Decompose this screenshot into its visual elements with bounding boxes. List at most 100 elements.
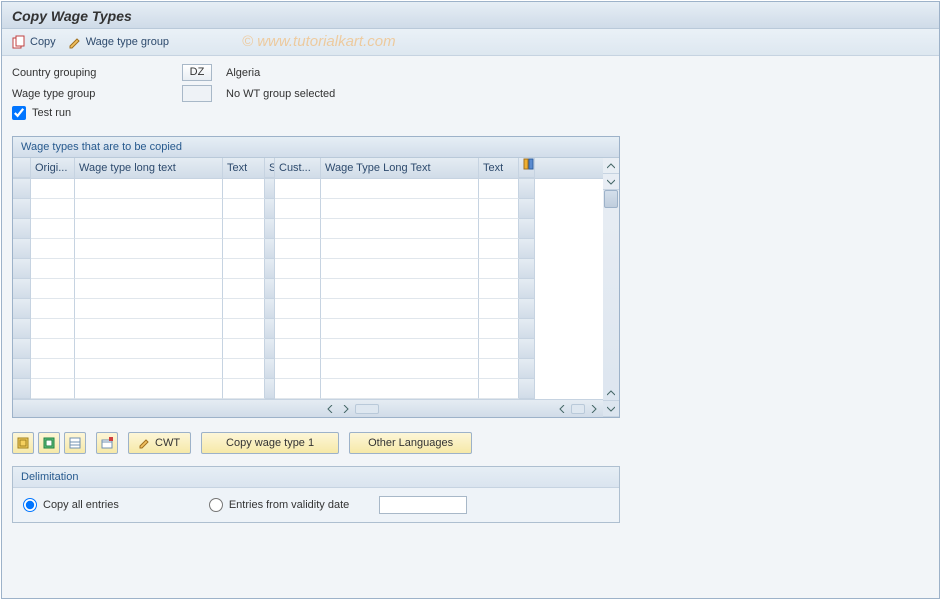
cell-cust[interactable] [275,179,321,199]
cell-s[interactable] [265,279,275,299]
cell-text-2[interactable] [479,319,519,339]
cell-wage-type-long-text[interactable] [75,339,223,359]
entries-from-date-radio-wrap[interactable]: Entries from validity date [209,498,349,512]
hscroll-track-left[interactable] [355,404,379,414]
col-header-cust[interactable]: Cust... [275,158,321,178]
cell-wage-type-long-text-2[interactable] [321,339,479,359]
cell-cust[interactable] [275,219,321,239]
cell-wage-type-long-text[interactable] [75,319,223,339]
col-header-wage-type-long-text[interactable]: Wage type long text [75,158,223,178]
cell-wage-type-long-text[interactable] [75,219,223,239]
cell-text-2[interactable] [479,239,519,259]
cell-s[interactable] [265,199,275,219]
test-run-checkbox[interactable] [12,106,26,120]
cell-origi[interactable] [31,199,75,219]
cell-s[interactable] [265,299,275,319]
table-row[interactable] [13,259,603,279]
cell-wage-type-long-text-2[interactable] [321,379,479,399]
cell-cust[interactable] [275,299,321,319]
cell-wage-type-long-text-2[interactable] [321,239,479,259]
cell-cust[interactable] [275,339,321,359]
validity-date-field[interactable] [379,496,467,514]
cell-wage-type-long-text[interactable] [75,299,223,319]
test-run-checkbox-wrap[interactable]: Test run [12,106,71,120]
table-row[interactable] [13,219,603,239]
table-row[interactable] [13,299,603,319]
cell-wage-type-long-text-2[interactable] [321,299,479,319]
cell-s[interactable] [265,359,275,379]
table-row[interactable] [13,379,603,399]
cell-wage-type-long-text-2[interactable] [321,179,479,199]
scroll-up-icon[interactable] [603,158,619,174]
scroll-left-icon-2[interactable] [555,402,569,416]
row-selector[interactable] [13,359,31,379]
cell-s[interactable] [265,219,275,239]
col-header-s[interactable]: S [265,158,275,178]
scroll-up-icon-2[interactable] [603,385,619,401]
row-selector[interactable] [13,199,31,219]
row-selector[interactable] [13,219,31,239]
cell-origi[interactable] [31,179,75,199]
col-header-text[interactable]: Text [223,158,265,178]
wage-type-group-button[interactable]: Wage type group [68,35,169,49]
table-row[interactable] [13,319,603,339]
scroll-right-icon[interactable] [339,402,353,416]
cell-wage-type-long-text[interactable] [75,239,223,259]
cell-wage-type-long-text-2[interactable] [321,279,479,299]
cell-text-2[interactable] [479,259,519,279]
row-selector[interactable] [13,279,31,299]
other-languages-button[interactable]: Other Languages [349,432,472,454]
cell-cust[interactable] [275,319,321,339]
cell-cust[interactable] [275,379,321,399]
cell-text[interactable] [223,199,265,219]
row-selector[interactable] [13,339,31,359]
row-selector-header[interactable] [13,158,31,178]
cell-origi[interactable] [31,299,75,319]
cell-text[interactable] [223,319,265,339]
cell-origi[interactable] [31,259,75,279]
cell-text[interactable] [223,299,265,319]
row-selector[interactable] [13,179,31,199]
cell-origi[interactable] [31,239,75,259]
cell-text[interactable] [223,259,265,279]
cell-wage-type-long-text[interactable] [75,259,223,279]
cell-wage-type-long-text[interactable] [75,379,223,399]
row-selector[interactable] [13,379,31,399]
cell-text-2[interactable] [479,199,519,219]
cell-origi[interactable] [31,319,75,339]
cell-wage-type-long-text-2[interactable] [321,319,479,339]
cell-wage-type-long-text[interactable] [75,359,223,379]
scroll-down-icon[interactable] [603,174,619,190]
scroll-left-icon[interactable] [323,402,337,416]
cell-wage-type-long-text[interactable] [75,279,223,299]
cell-text-2[interactable] [479,359,519,379]
cell-cust[interactable] [275,239,321,259]
table-row[interactable] [13,179,603,199]
cell-text-2[interactable] [479,179,519,199]
cell-text[interactable] [223,379,265,399]
cell-cust[interactable] [275,279,321,299]
cell-cust[interactable] [275,359,321,379]
table-row[interactable] [13,339,603,359]
cell-s[interactable] [265,239,275,259]
table-row[interactable] [13,239,603,259]
entries-from-date-radio[interactable] [209,498,223,512]
cell-s[interactable] [265,179,275,199]
grid-configure-button[interactable] [519,158,535,178]
cell-cust[interactable] [275,259,321,279]
cwt-button[interactable]: CWT [128,432,191,454]
cell-wage-type-long-text[interactable] [75,199,223,219]
table-row[interactable] [13,279,603,299]
hscroll-track-right[interactable] [571,404,585,414]
cell-wage-type-long-text-2[interactable] [321,359,479,379]
cell-text-2[interactable] [479,219,519,239]
deselect-all-button[interactable] [38,432,60,454]
delete-row-button[interactable] [96,432,118,454]
scroll-down-icon-2[interactable] [603,401,619,417]
vscroll-thumb[interactable] [604,190,618,208]
country-grouping-field[interactable]: DZ [182,64,212,81]
cell-s[interactable] [265,379,275,399]
col-header-text-2[interactable]: Text [479,158,519,178]
row-selector[interactable] [13,259,31,279]
cell-text-2[interactable] [479,279,519,299]
